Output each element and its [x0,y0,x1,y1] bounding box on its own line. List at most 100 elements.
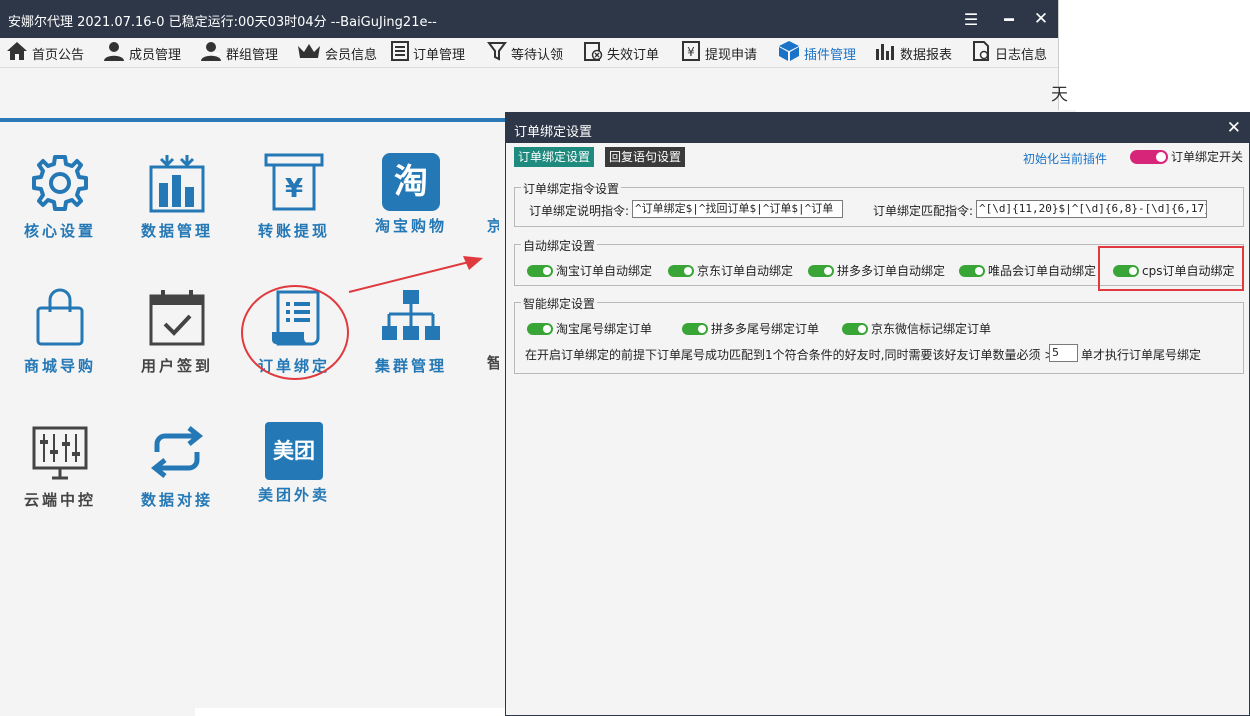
highlight-box [1098,246,1244,291]
master-switch-label: 订单绑定开关 [1171,150,1244,164]
app-jd[interactable]: 京 [439,153,499,236]
toggle-switch[interactable] [668,264,694,277]
app-transfer-withdraw[interactable]: ¥ 转账提现 [244,153,344,241]
tab-label: 数据报表 [900,47,953,63]
highlight-circle [241,285,349,380]
tab-members[interactable]: 成员管理 [103,41,181,65]
auto-bind-taobao[interactable]: 淘宝订单自动绑定 [527,262,652,279]
toggle-switch[interactable] [527,322,553,335]
smart-bind-jd-wechat[interactable]: 京东微信标记绑定订单 [842,320,991,337]
tab-groups[interactable]: 群组管理 [200,41,278,65]
auto-bind-vip[interactable]: 唯品会订单自动绑定 [959,262,1096,279]
app-label: 美团外卖 [257,486,330,504]
app-label: 京 [487,217,499,235]
app-label: 数据对接 [140,491,213,509]
app-core-settings[interactable]: 核心设置 [10,153,110,241]
mixer-icon [32,426,88,480]
tab-label: 订单管理 [413,47,466,63]
data-icon [149,155,205,213]
smart-bind-taobao-tail[interactable]: 淘宝尾号绑定订单 [527,320,652,337]
cube-icon [778,40,800,66]
tab-logs[interactable]: 日志信息 [971,41,1047,65]
init-plugin-link[interactable]: 初始化当前插件 [1023,150,1107,167]
menu-icon[interactable]: ☰ [958,6,984,32]
smart-bind-pdd-tail[interactable]: 拼多多尾号绑定订单 [682,320,819,337]
group-legend: 智能绑定设置 [521,295,598,312]
option-label: 拼多多订单自动绑定 [837,264,946,278]
tab-plugins[interactable]: 插件管理 [778,41,856,65]
user-icon [103,41,125,65]
close-icon[interactable]: ✕ [1028,6,1054,32]
dialog-title: 订单绑定设置 [514,125,593,140]
svg-text:¥: ¥ [687,45,695,59]
app-data-sync[interactable]: 数据对接 [127,422,227,510]
app-meituan[interactable]: 美团 美团外卖 [244,422,344,505]
tab-reports[interactable]: 数据报表 [874,41,952,65]
auto-bind-jd[interactable]: 京东订单自动绑定 [668,262,793,279]
option-label: 京东订单自动绑定 [697,264,794,278]
app-label: 用户签到 [140,357,213,375]
tab-label: 成员管理 [129,47,182,63]
toggle-switch[interactable] [959,264,985,277]
app-label: 转账提现 [257,222,330,240]
group-legend: 自动绑定设置 [521,237,598,254]
calendar-check-icon [149,290,205,346]
background-window-edge: 天 [1051,0,1076,110]
tab-pending[interactable]: 等待认领 [487,41,563,65]
transfer-icon: ¥ [264,153,324,211]
tab-members-info[interactable]: 会员信息 [297,41,377,65]
jd-icon [439,153,499,211]
option-label: 拼多多尾号绑定订单 [711,322,820,336]
divider [0,118,510,122]
tab-withdraw[interactable]: ¥ 提现申请 [681,41,757,65]
tab-label: 插件管理 [804,47,857,63]
app-label: 数据管理 [140,222,213,240]
tab-order-binding-settings[interactable]: 订单绑定设置 [514,147,595,167]
background-window-edge [195,708,506,716]
app-label: 商城导购 [23,357,96,375]
tab-orders[interactable]: 订单管理 [391,41,465,65]
app-data-management[interactable]: 数据管理 [127,153,227,241]
desc-command-label: 订单绑定说明指令: [529,204,630,218]
meituan-icon: 美团 [265,422,323,480]
bar-chart-icon [874,41,896,65]
minimize-icon[interactable]: ━ [996,6,1022,32]
app-user-checkin[interactable]: 用户签到 [127,288,227,376]
option-label: 淘宝订单自动绑定 [556,264,653,278]
master-switch[interactable]: 订单绑定开关 [1130,148,1243,165]
app-label: 云端中控 [23,491,96,509]
app-cloud-control[interactable]: 云端中控 [10,422,110,510]
app-label: 智 [487,354,499,372]
tab-reply-settings[interactable]: 回复语句设置 [605,147,686,167]
toggle-switch[interactable] [682,322,708,335]
match-command-input[interactable]: ^[\d]{11,20}$|^[\d]{6,8}-[\d]{6,17}$ [976,200,1207,218]
tab-invalid-orders[interactable]: 失效订单 [583,41,659,65]
desc-command-input[interactable]: ^订单绑定$|^找回订单$|^订单$|^订单 [632,200,843,218]
smart-binding-group: 智能绑定设置 淘宝尾号绑定订单 拼多多尾号绑定订单 京东微信标记绑定订单 在开启… [514,295,1244,374]
min-order-count-input[interactable]: 5 [1049,344,1078,362]
yen-icon: ¥ [681,41,701,65]
svg-text:¥: ¥ [285,174,303,204]
toggle-switch[interactable] [842,322,868,335]
nav-tabs: 首页公告 成员管理 群组管理 会员信息 订单管理 等待认领 失效订单 ¥ 提现申请… [0,38,1058,68]
tab-label: 日志信息 [995,47,1048,63]
crown-icon [297,42,321,64]
option-label: 京东微信标记绑定订单 [871,322,992,336]
toggle-switch[interactable] [808,264,834,277]
tab-home[interactable]: 首页公告 [6,41,84,65]
app-mall-guide[interactable]: 商城导购 [10,288,110,376]
clipboard-x-icon [583,41,603,65]
dialog-close-icon[interactable]: ✕ [1227,118,1241,138]
match-command-label: 订单绑定匹配指令: [873,204,974,218]
tab-label: 首页公告 [32,47,85,63]
toggle-switch[interactable] [527,264,553,277]
filter-icon [487,41,507,65]
auto-bind-pdd[interactable]: 拼多多订单自动绑定 [808,262,945,279]
group-legend: 订单绑定指令设置 [521,180,622,197]
option-label: 唯品会订单自动绑定 [988,264,1097,278]
app-label: 核心设置 [23,222,96,240]
toggle-switch[interactable] [1130,149,1168,164]
tab-label: 会员信息 [325,47,378,63]
app-smart[interactable]: 智 [439,288,499,373]
window-title: 安娜尔代理 2021.07.16-0 已稳定运行:00天03时04分 --Bai… [8,15,437,30]
